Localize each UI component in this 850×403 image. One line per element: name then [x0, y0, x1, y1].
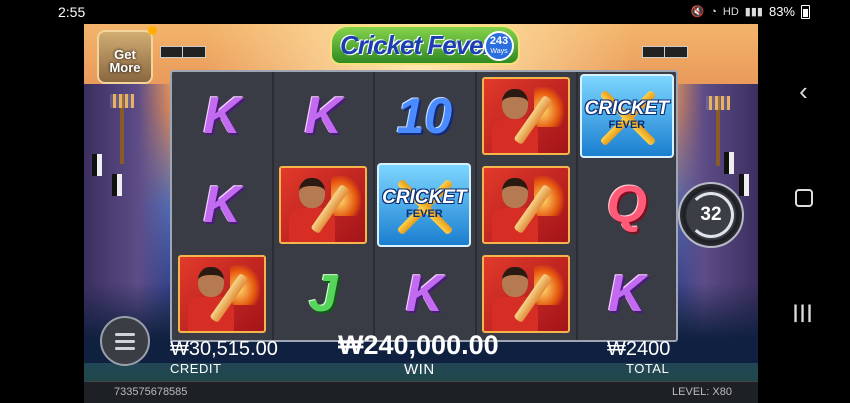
reel-cell: K — [377, 253, 471, 335]
reel-separator — [373, 72, 376, 340]
level-value: X80 — [712, 386, 732, 398]
stadium-light-icon — [182, 46, 206, 58]
menu-button[interactable] — [100, 316, 150, 366]
ways-label: Ways — [490, 48, 508, 55]
game-title: Cricket Fever — [340, 30, 493, 60]
get-more-label: Get More — [109, 47, 141, 75]
symbol-K: K — [203, 87, 241, 145]
flag-icon — [739, 174, 749, 196]
wild-symbol: CRICKET FEVER — [377, 163, 472, 247]
status-time: 2:55 — [58, 4, 86, 20]
status-icons: 🔇 ◔ HD ▮▮▮ 83% — [691, 4, 810, 19]
reel-separator — [272, 72, 275, 340]
reel-cell: J — [276, 253, 370, 335]
flag-icon — [92, 154, 102, 176]
symbol-K: K — [608, 265, 646, 323]
total-bet-label: TOTAL — [626, 361, 670, 376]
reel-separator — [575, 72, 578, 340]
ways-badge: 243 Ways — [484, 31, 514, 61]
home-icon[interactable] — [757, 189, 850, 212]
player-id: 733575678585 — [114, 386, 188, 398]
symbol-Q: Q — [606, 176, 648, 234]
menu-icon-bar — [115, 347, 135, 350]
reel-cell: K — [580, 253, 674, 335]
reel-separator — [474, 72, 477, 340]
win-label: WIN — [404, 361, 435, 378]
symbol-J: J — [308, 265, 338, 323]
total-bet-value: ₩2400 — [607, 338, 671, 360]
recent-apps-icon[interactable]: ||| — [757, 302, 850, 323]
credit-value: ₩30,515.00 — [170, 338, 278, 360]
level-indicator: LEVEL: X80 — [672, 386, 732, 398]
autospin-button[interactable]: 32 — [678, 182, 744, 248]
menu-icon — [115, 333, 135, 336]
win-value: ₩240,000.00 — [338, 330, 499, 360]
stadium-light-icon — [160, 46, 184, 58]
get-more-button[interactable]: Get More — [97, 26, 157, 84]
hd-voice-icon: HD — [722, 5, 739, 18]
stadium-light-icon — [642, 46, 666, 58]
reel-cell: CRICKET FEVER — [377, 163, 472, 247]
back-icon[interactable]: ‹ — [757, 76, 850, 107]
reel-cell: K — [276, 75, 370, 157]
flag-icon — [724, 152, 734, 174]
footer-bar: 733575678585 LEVEL: X80 — [84, 381, 758, 403]
menu-icon-bar — [115, 340, 135, 343]
reel-cell: 10 — [377, 75, 471, 157]
floodlight-tower-left — [110, 94, 134, 164]
reel-cell — [479, 164, 573, 246]
reel-cell — [479, 75, 573, 157]
mute-icon: 🔇 — [690, 6, 705, 18]
cricketer-symbol — [481, 166, 570, 244]
battery-icon — [801, 4, 810, 19]
credit-label: CREDIT — [170, 361, 222, 376]
status-bar: 2:55 🔇 ◔ HD ▮▮▮ 83% — [0, 0, 850, 24]
floodlight-tower-right — [706, 96, 730, 166]
stadium-light-icon — [664, 46, 688, 58]
slot-game: Cricket Fever 243 Ways Get More K K K J 10 CR… — [84, 24, 758, 403]
ways-number: 243 — [489, 35, 509, 47]
symbol-10: 10 — [396, 88, 453, 144]
notification-dot — [148, 26, 157, 35]
spin-count: 32 — [700, 204, 722, 225]
cricketer-symbol — [481, 255, 570, 333]
navigation-bar: ‹ ||| — [757, 24, 850, 403]
flag-icon — [112, 174, 122, 196]
reel-cell: K — [175, 164, 269, 246]
wifi-icon: ◔ — [710, 5, 717, 18]
reel-cell: CRICKET FEVER — [579, 74, 674, 158]
reel-cell — [175, 253, 269, 335]
battery-percent: 83% — [768, 4, 795, 19]
level-label: LEVEL: — [672, 386, 710, 398]
reel-cell — [276, 164, 370, 246]
cricketer-symbol — [481, 77, 570, 155]
cricketer-symbol — [279, 166, 368, 244]
game-logo: Cricket Fever 243 Ways — [330, 25, 520, 65]
cricketer-symbol — [178, 255, 266, 333]
symbol-K: K — [405, 265, 444, 323]
wild-symbol: CRICKET FEVER — [579, 74, 674, 158]
symbol-K: K — [203, 176, 241, 234]
reel-cell: K — [175, 75, 269, 157]
symbol-K: K — [304, 87, 342, 145]
signal-icon: ▮▮▮ — [744, 6, 763, 18]
reel-grid: K K K J 10 CRICKET FEVER K CRICKET FEVER Q K — [170, 70, 678, 342]
reel-cell — [479, 253, 573, 335]
reel-cell: Q — [580, 164, 674, 246]
